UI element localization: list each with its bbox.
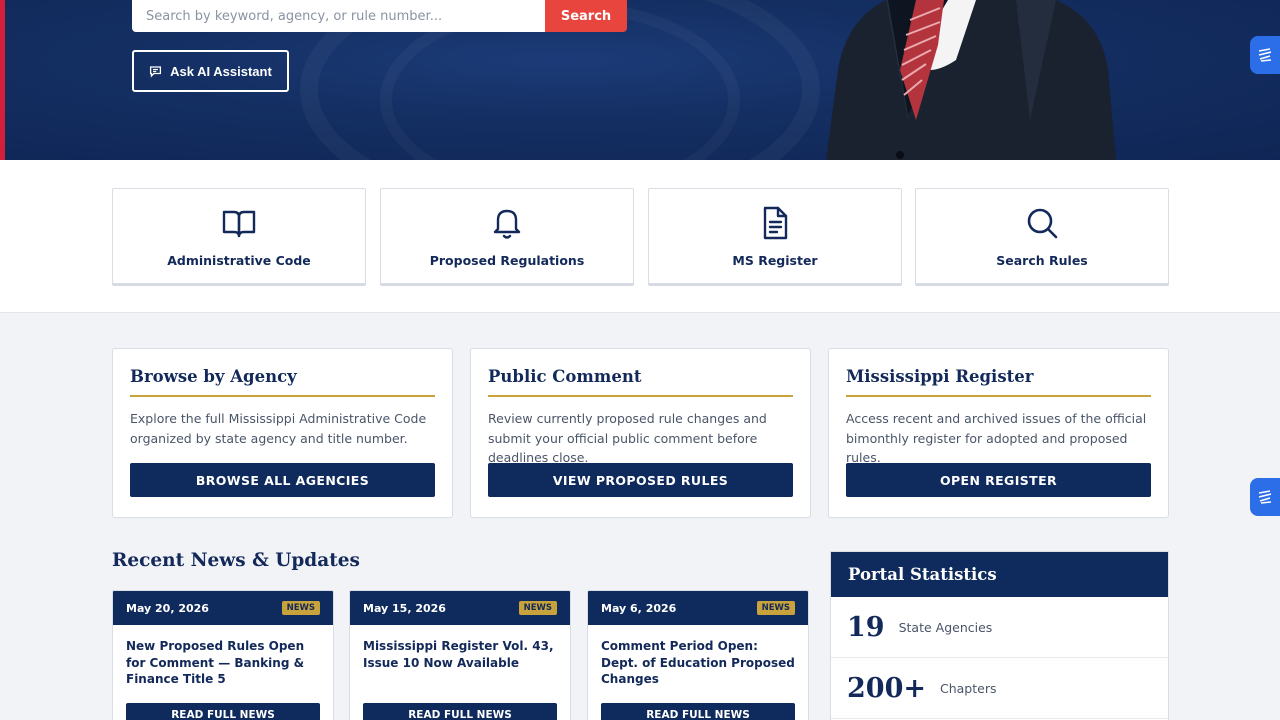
search-box	[132, 0, 545, 32]
portal-statistics-panel: Portal Statistics 19 State Agencies 200+…	[830, 551, 1169, 720]
news-card: May 15, 2026 NEWS Mississippi Register V…	[349, 590, 571, 720]
news-date: May 20, 2026	[126, 601, 209, 615]
info-card-text: Access recent and archived issues of the…	[846, 411, 1147, 465]
document-icon	[763, 206, 788, 240]
news-title-link[interactable]: Comment Period Open: Dept. of Education …	[588, 625, 808, 691]
info-card-public-comment: Public Comment Review currently proposed…	[470, 348, 811, 518]
hero-banner: Search Ask AI Assistant	[0, 0, 1280, 160]
news-card: May 6, 2026 NEWS Comment Period Open: De…	[587, 590, 809, 720]
quick-link-administrative-code[interactable]: Administrative Code	[112, 188, 366, 284]
news-date: May 6, 2026	[601, 601, 677, 615]
info-card-title: Public Comment	[488, 367, 793, 397]
info-card-title: Mississippi Register	[846, 367, 1151, 397]
portal-statistics-heading: Portal Statistics	[831, 552, 1168, 597]
search-input[interactable]	[146, 0, 545, 24]
info-card-title: Browse by Agency	[130, 367, 435, 397]
browse-all-agencies-button[interactable]: BROWSE ALL AGENCIES	[130, 463, 435, 497]
accessibility-widget-button-secondary[interactable]	[1250, 478, 1280, 516]
news-card: May 20, 2026 NEWS New Proposed Rules Ope…	[112, 590, 334, 720]
stat-row: 19 State Agencies	[831, 597, 1168, 658]
news-title-link[interactable]: New Proposed Rules Open for Comment — Ba…	[113, 625, 333, 691]
accessibility-icon	[1258, 490, 1272, 504]
ask-ai-assistant-button[interactable]: Ask AI Assistant	[132, 50, 289, 92]
quick-links-section: Administrative Code Proposed Regulations…	[0, 160, 1280, 313]
news-card-header: May 15, 2026 NEWS	[350, 591, 570, 625]
news-section-heading: Recent News & Updates	[112, 550, 360, 571]
stat-value: 19	[847, 611, 885, 643]
read-full-news-button[interactable]: READ FULL NEWS	[601, 703, 795, 720]
news-date: May 15, 2026	[363, 601, 446, 615]
official-portrait-image	[826, 0, 1116, 160]
news-card-header: May 20, 2026 NEWS	[113, 591, 333, 625]
quick-link-label: Administrative Code	[167, 253, 311, 268]
quick-link-proposed-regulations[interactable]: Proposed Regulations	[380, 188, 634, 284]
news-badge: NEWS	[281, 601, 320, 615]
chat-bubble-icon	[150, 65, 162, 78]
view-proposed-rules-button[interactable]: VIEW PROPOSED RULES	[488, 463, 793, 497]
news-title-link[interactable]: Mississippi Register Vol. 43, Issue 10 N…	[350, 625, 570, 691]
info-card-text: Review currently proposed rule changes a…	[488, 411, 767, 465]
news-badge: NEWS	[756, 601, 795, 615]
stat-label: State Agencies	[898, 619, 993, 635]
book-icon	[222, 210, 256, 238]
read-full-news-button[interactable]: READ FULL NEWS	[126, 703, 320, 720]
stat-row: 200+ Chapters	[831, 658, 1168, 719]
quick-link-label: MS Register	[732, 253, 818, 268]
quick-link-label: Proposed Regulations	[429, 253, 585, 268]
info-card-text: Explore the full Mississippi Administrat…	[130, 411, 427, 446]
stat-label: Chapters	[939, 680, 997, 696]
info-card-browse-by-agency: Browse by Agency Explore the full Missis…	[112, 348, 453, 518]
quick-link-label: Search Rules	[996, 253, 1088, 268]
bell-icon	[493, 209, 521, 239]
news-badge: NEWS	[518, 601, 557, 615]
accessibility-widget-button[interactable]	[1250, 36, 1280, 74]
stat-value: 200+	[847, 672, 926, 704]
open-register-button[interactable]: OPEN REGISTER	[846, 463, 1151, 497]
news-card-header: May 6, 2026 NEWS	[588, 591, 808, 625]
search-icon	[1027, 208, 1058, 239]
accessibility-icon	[1258, 48, 1272, 62]
quick-link-ms-register[interactable]: MS Register	[648, 188, 902, 284]
ai-button-label: Ask AI Assistant	[170, 63, 272, 79]
search-button[interactable]: Search	[545, 0, 627, 32]
info-card-mississippi-register: Mississippi Register Access recent and a…	[828, 348, 1169, 518]
quick-link-search-rules[interactable]: Search Rules	[915, 188, 1169, 284]
read-full-news-button[interactable]: READ FULL NEWS	[363, 703, 557, 720]
